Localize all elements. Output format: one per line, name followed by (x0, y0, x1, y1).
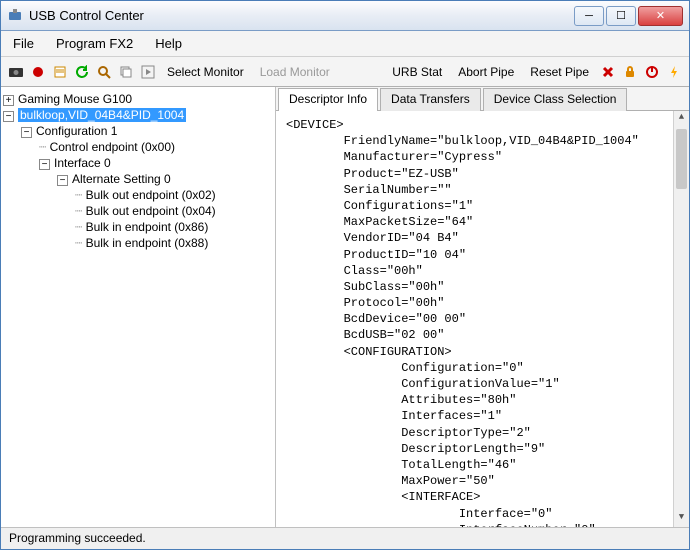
tab-bar: Descriptor Info Data Transfers Device Cl… (276, 87, 689, 111)
collapse-icon[interactable]: − (3, 111, 14, 122)
record-icon[interactable] (29, 63, 47, 81)
tree-label[interactable]: Control endpoint (0x00) (50, 140, 175, 154)
tree-label[interactable]: Gaming Mouse G100 (18, 92, 132, 106)
maximize-button[interactable]: ☐ (606, 6, 636, 26)
load-monitor-button[interactable]: Load Monitor (254, 63, 336, 81)
delete-icon[interactable] (599, 63, 617, 81)
window-title: USB Control Center (29, 8, 574, 23)
tree-row: ┈ Control endpoint (0x00) (3, 139, 273, 155)
tree-label[interactable]: Bulk in endpoint (0x86) (86, 220, 209, 234)
tree-label[interactable]: Bulk in endpoint (0x88) (86, 236, 209, 250)
app-window: USB Control Center ─ ☐ ✕ File Program FX… (0, 0, 690, 550)
tab-descriptor-info[interactable]: Descriptor Info (278, 88, 378, 111)
app-icon (7, 8, 23, 24)
tree-row: + Gaming Mouse G100 (3, 91, 273, 107)
toolbar: Select Monitor Load Monitor URB Stat Abo… (1, 57, 689, 87)
window-buttons: ─ ☐ ✕ (574, 6, 683, 26)
abort-pipe-button[interactable]: Abort Pipe (452, 63, 520, 81)
status-bar: Programming succeeded. (1, 527, 689, 549)
collapse-icon[interactable]: − (57, 175, 68, 186)
minimize-button[interactable]: ─ (574, 6, 604, 26)
menu-program-fx2[interactable]: Program FX2 (52, 34, 137, 53)
status-text: Programming succeeded. (9, 531, 146, 545)
select-monitor-button[interactable]: Select Monitor (161, 63, 250, 81)
tree-label[interactable]: Bulk out endpoint (0x04) (86, 204, 216, 218)
descriptor-text[interactable]: <DEVICE> FriendlyName="bulkloop,VID_04B4… (276, 111, 689, 527)
scrollbar-thumb[interactable] (676, 129, 687, 189)
titlebar: USB Control Center ─ ☐ ✕ (1, 1, 689, 31)
refresh-icon[interactable] (73, 63, 91, 81)
device-tree[interactable]: +Gaming Mouse G100 −bulkloop,VID_04B4&PI… (1, 87, 276, 527)
tree-row: ┈ Bulk in endpoint (0x88) (3, 235, 273, 251)
power-icon[interactable] (643, 63, 661, 81)
note-icon[interactable] (51, 63, 69, 81)
tree-row: ┈ Bulk out endpoint (0x02) (3, 187, 273, 203)
vertical-scrollbar[interactable]: ▲ ▼ (673, 111, 689, 527)
detail-panel: Descriptor Info Data Transfers Device Cl… (276, 87, 689, 527)
menu-file[interactable]: File (9, 34, 38, 53)
expand-icon[interactable]: + (3, 95, 14, 106)
tab-device-class-selection[interactable]: Device Class Selection (483, 88, 628, 111)
tree-label[interactable]: Alternate Setting 0 (72, 172, 171, 186)
collapse-icon[interactable]: − (39, 159, 50, 170)
search-icon[interactable] (95, 63, 113, 81)
tree-label[interactable]: bulkloop,VID_04B4&PID_1004 (18, 108, 186, 122)
tree-label[interactable]: Configuration 1 (36, 124, 117, 138)
urb-stat-button[interactable]: URB Stat (386, 63, 448, 81)
close-button[interactable]: ✕ (638, 6, 683, 26)
tree-label[interactable]: Interface 0 (54, 156, 111, 170)
scroll-up-icon[interactable]: ▲ (674, 111, 689, 127)
collapse-icon[interactable]: − (21, 127, 32, 138)
menubar: File Program FX2 Help (1, 31, 689, 57)
tree-row: −bulkloop,VID_04B4&PID_1004 (3, 107, 273, 123)
copy-icon[interactable] (117, 63, 135, 81)
tree-row: ┈ Bulk out endpoint (0x04) (3, 203, 273, 219)
tree-label[interactable]: Bulk out endpoint (0x02) (86, 188, 216, 202)
scroll-down-icon[interactable]: ▼ (674, 511, 689, 527)
tree-row: ┈ Bulk in endpoint (0x86) (3, 219, 273, 235)
tree-row: −Interface 0 (3, 155, 273, 171)
camera-icon[interactable] (7, 63, 25, 81)
tree-row: −Configuration 1 (3, 123, 273, 139)
menu-help[interactable]: Help (151, 34, 186, 53)
tree-row: −Alternate Setting 0 (3, 171, 273, 187)
play-icon[interactable] (139, 63, 157, 81)
tab-data-transfers[interactable]: Data Transfers (380, 88, 481, 111)
reset-pipe-button[interactable]: Reset Pipe (524, 63, 595, 81)
lock-icon[interactable] (621, 63, 639, 81)
content-area: +Gaming Mouse G100 −bulkloop,VID_04B4&PI… (1, 87, 689, 527)
lightning-icon[interactable] (665, 63, 683, 81)
